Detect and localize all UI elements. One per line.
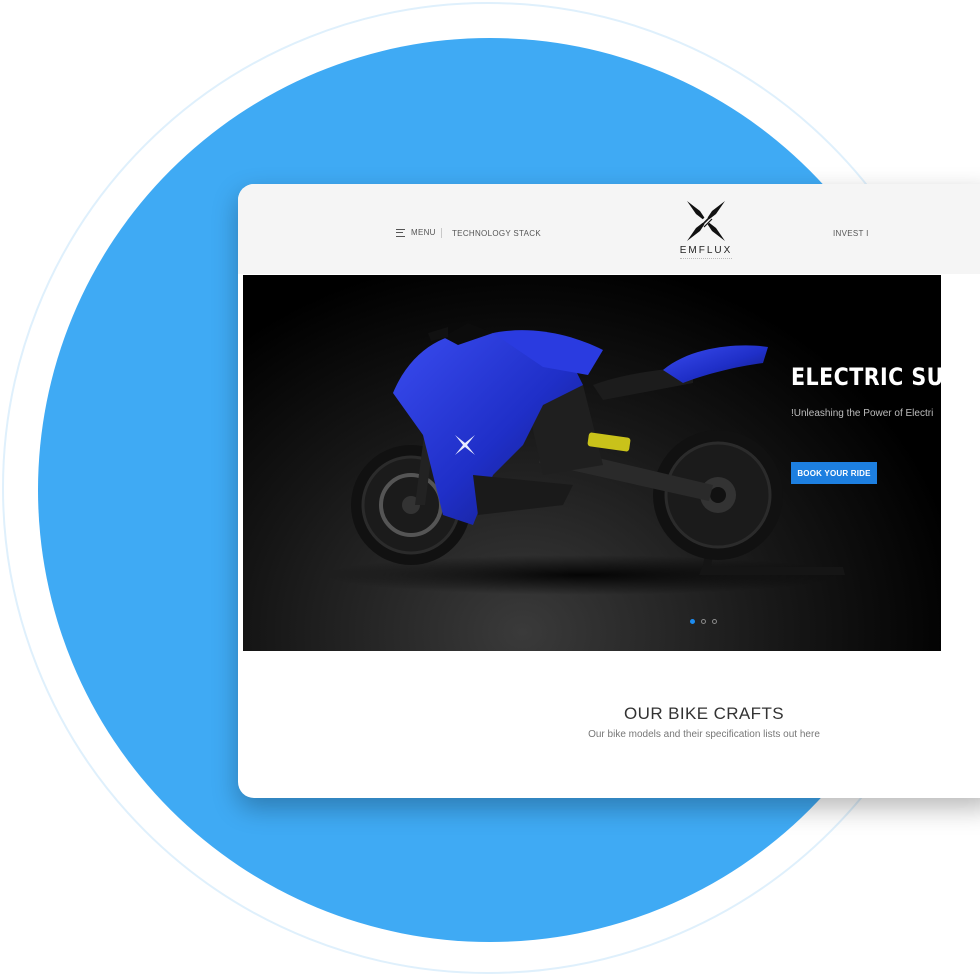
- menu-label: MENU: [411, 228, 436, 237]
- slider-dot-3[interactable]: [712, 619, 717, 624]
- slider-dot-2[interactable]: [701, 619, 706, 624]
- hero-title: ELECTRIC SUP: [791, 363, 941, 391]
- hamburger-icon: [396, 228, 405, 237]
- website-preview-card: MENU TECHNOLOGY STACK EMFLUX INVEST I EL…: [238, 184, 980, 798]
- top-navbar: MENU TECHNOLOGY STACK EMFLUX INVEST I: [238, 184, 980, 274]
- hero-banner: ELECTRIC SUP !Unleashing the Power of El…: [243, 275, 941, 651]
- section-title: OUR BIKE CRAFTS: [624, 704, 784, 723]
- logo-tagline-line: [680, 258, 732, 260]
- slider-dots: [690, 619, 717, 624]
- menu-button[interactable]: MENU: [396, 228, 436, 237]
- emflux-x-icon: [687, 201, 725, 241]
- nav-link-invest[interactable]: INVEST I: [833, 229, 869, 238]
- slider-dot-1[interactable]: [690, 619, 695, 624]
- section-subtitle: Our bike models and their specification …: [588, 729, 820, 740]
- book-your-ride-button[interactable]: BOOK YOUR RIDE: [791, 462, 877, 484]
- brand-logo[interactable]: EMFLUX: [668, 198, 744, 266]
- nav-divider: [441, 228, 442, 238]
- nav-link-technology-stack[interactable]: TECHNOLOGY STACK: [452, 229, 541, 238]
- hero-subtitle: !Unleashing the Power of Electri: [791, 408, 934, 419]
- logo-wordmark: EMFLUX: [679, 245, 733, 256]
